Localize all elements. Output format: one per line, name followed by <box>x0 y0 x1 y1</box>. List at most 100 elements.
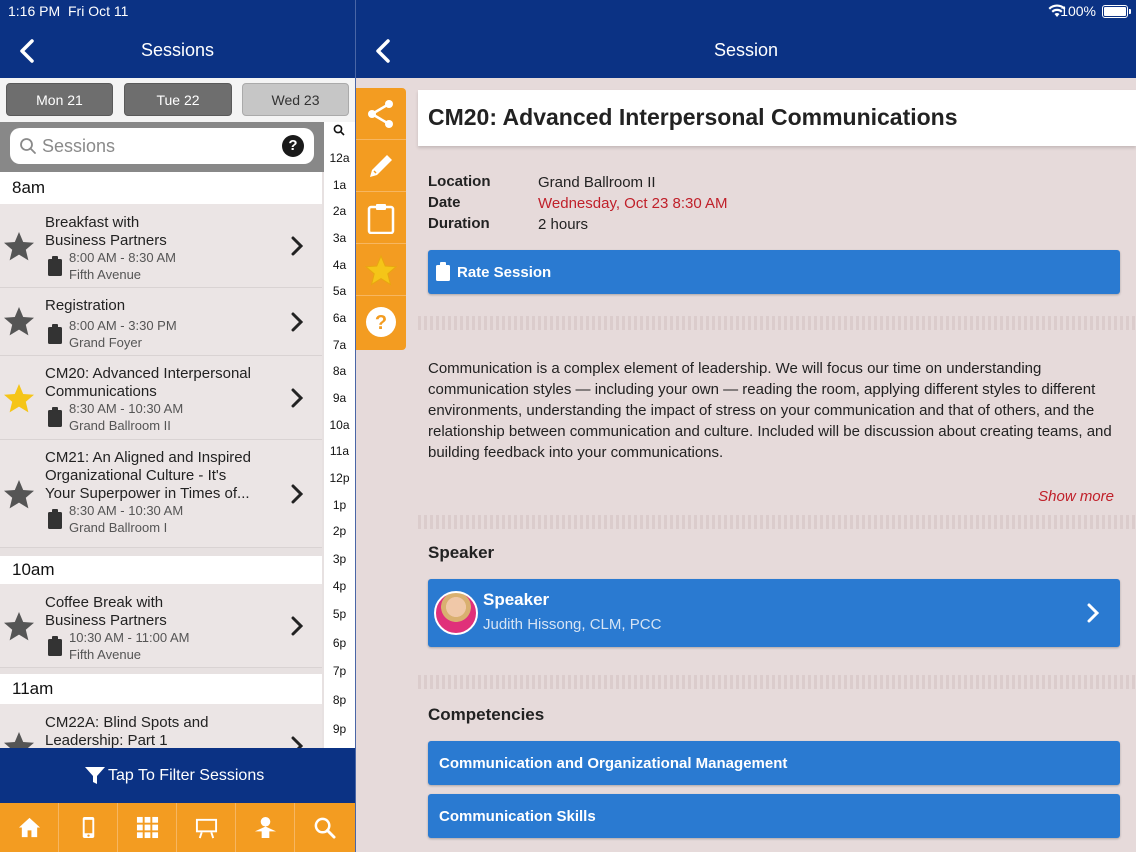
status-bar: 1:16 PM Fri Oct 11 100% <box>0 0 1136 24</box>
index-item[interactable]: 6p <box>324 636 355 650</box>
session-row-registration[interactable]: Registration 8:00 AM - 3:30 PM Grand Foy… <box>0 288 322 356</box>
index-item[interactable]: 7p <box>324 664 355 678</box>
time-index-bar[interactable]: 12a 1a 2a 3a 4a 5a 6a 7a 8a 9a 10a 11a 1… <box>324 122 355 748</box>
filter-sessions-button[interactable]: Tap To Filter Sessions <box>0 748 355 803</box>
index-item[interactable]: 9p <box>324 722 355 736</box>
session-title-line: CM20: Advanced Interpersonal <box>45 365 251 382</box>
sessions-navbar: Sessions <box>0 24 355 78</box>
tab-mon-21[interactable]: Mon 21 <box>6 83 113 116</box>
session-room: Grand Ballroom II <box>69 418 171 433</box>
favorite-button[interactable] <box>356 244 406 296</box>
help-icon[interactable]: ? <box>282 135 304 157</box>
section-divider <box>418 515 1136 529</box>
session-row-coffee-break[interactable]: Coffee Break with Business Partners 10:3… <box>0 584 322 668</box>
edit-notes-button[interactable] <box>356 140 406 192</box>
help-button[interactable]: ? <box>356 296 406 348</box>
date-label: Date <box>428 194 461 211</box>
search-input[interactable] <box>42 134 272 158</box>
index-item[interactable]: 2p <box>324 524 355 538</box>
favorite-star-icon[interactable] <box>3 478 35 510</box>
index-item[interactable]: 6a <box>324 311 355 325</box>
index-item[interactable]: 4a <box>324 258 355 272</box>
index-item[interactable]: 5p <box>324 607 355 621</box>
help-icon: ? <box>366 307 396 337</box>
sessions-panel: Mon 21 Tue 22 Wed 23 ? 12a 1a 2a 3a 4a 5… <box>0 78 355 748</box>
tab-phone[interactable] <box>59 803 118 852</box>
tab-grid[interactable] <box>118 803 177 852</box>
action-rail: ? <box>356 88 406 350</box>
competency-label: Communication and Organizational Managem… <box>439 755 788 772</box>
index-item[interactable]: 8p <box>324 693 355 707</box>
share-button[interactable] <box>356 88 406 140</box>
index-item[interactable]: 8a <box>324 364 355 378</box>
tab-wed-23[interactable]: Wed 23 <box>242 83 349 116</box>
date-value: Wednesday, Oct 23 8:30 AM <box>538 195 728 212</box>
session-time: 8:00 AM - 3:30 PM <box>69 318 177 333</box>
session-row-cm20[interactable]: CM20: Advanced Interpersonal Communicati… <box>0 356 322 440</box>
chevron-right-icon <box>291 484 304 504</box>
index-item[interactable]: 4p <box>324 579 355 593</box>
session-room: Grand Foyer <box>69 335 142 350</box>
section-divider <box>418 316 1136 330</box>
chevron-right-icon <box>291 616 304 636</box>
clipboard-icon <box>48 407 62 427</box>
favorite-star-icon[interactable] <box>3 230 35 262</box>
favorite-star-icon[interactable] <box>3 382 35 414</box>
presentation-icon <box>195 818 218 839</box>
chevron-right-icon <box>291 312 304 332</box>
session-row-cm21[interactable]: CM21: An Aligned and Inspired Organizati… <box>0 440 322 548</box>
session-time: 8:30 AM - 10:30 AM <box>69 401 184 416</box>
index-item[interactable]: 7a <box>324 338 355 352</box>
home-icon <box>18 817 41 838</box>
phone-icon <box>82 816 95 839</box>
session-title-line: Organizational Culture - It's <box>45 467 227 484</box>
tab-presentations[interactable] <box>177 803 236 852</box>
location-label: Location <box>428 173 491 190</box>
favorite-star-icon[interactable] <box>3 305 35 337</box>
chevron-right-icon <box>1087 603 1100 623</box>
index-item[interactable]: 5a <box>324 284 355 298</box>
rate-session-button[interactable]: Rate Session <box>428 250 1120 294</box>
index-search-icon[interactable] <box>333 124 345 136</box>
index-item[interactable]: 2a <box>324 204 355 218</box>
session-title-line: Business Partners <box>45 612 167 629</box>
notes-button[interactable] <box>356 192 406 244</box>
tab-search[interactable] <box>295 803 354 852</box>
session-row-cm22a[interactable]: CM22A: Blind Spots and Leadership: Part … <box>0 704 322 748</box>
hour-header-8am: 8am <box>0 172 322 204</box>
index-item[interactable]: 9a <box>324 391 355 405</box>
show-more-link[interactable]: Show more <box>1038 488 1114 505</box>
duration-value: 2 hours <box>538 216 589 233</box>
index-item[interactable]: 10a <box>324 418 355 432</box>
competency-item[interactable]: Communication and Organizational Managem… <box>428 741 1120 785</box>
competency-item[interactable]: Communication Skills <box>428 794 1120 838</box>
search-icon <box>20 138 36 154</box>
session-title-line: Business Partners <box>45 232 167 249</box>
session-title-line: Registration <box>45 297 126 314</box>
clipboard-icon <box>48 509 62 529</box>
tab-home[interactable] <box>0 803 59 852</box>
speaker-icon <box>254 816 277 839</box>
session-detail-panel: ? CM20: Advanced Interpersonal Communica… <box>356 78 1136 852</box>
index-item[interactable]: 3a <box>324 231 355 245</box>
speaker-section-title: Speaker <box>428 543 495 562</box>
index-item[interactable]: 12p <box>324 471 355 485</box>
index-item[interactable]: 12a <box>324 151 355 165</box>
tab-speakers[interactable] <box>236 803 295 852</box>
hour-header-11am: 11am <box>0 674 322 704</box>
tab-tue-22[interactable]: Tue 22 <box>124 83 232 116</box>
favorite-star-icon[interactable] <box>3 610 35 642</box>
filter-label: Tap To Filter Sessions <box>108 767 265 784</box>
split-divider <box>355 0 356 852</box>
search-bar: ? <box>0 122 324 172</box>
index-item[interactable]: 1p <box>324 498 355 512</box>
index-item[interactable]: 11a <box>324 444 355 458</box>
favorite-star-icon[interactable] <box>3 730 35 748</box>
index-item[interactable]: 3p <box>324 552 355 566</box>
index-item[interactable]: 1a <box>324 178 355 192</box>
competencies-section-title: Competencies <box>428 705 545 724</box>
session-row-breakfast[interactable]: Breakfast with Business Partners 8:00 AM… <box>0 204 322 288</box>
session-title-card: CM20: Advanced Interpersonal Communicati… <box>418 90 1136 146</box>
session-time: 8:00 AM - 8:30 AM <box>69 250 176 265</box>
speaker-card[interactable]: Speaker Judith Hissong, CLM, PCC <box>428 579 1120 647</box>
